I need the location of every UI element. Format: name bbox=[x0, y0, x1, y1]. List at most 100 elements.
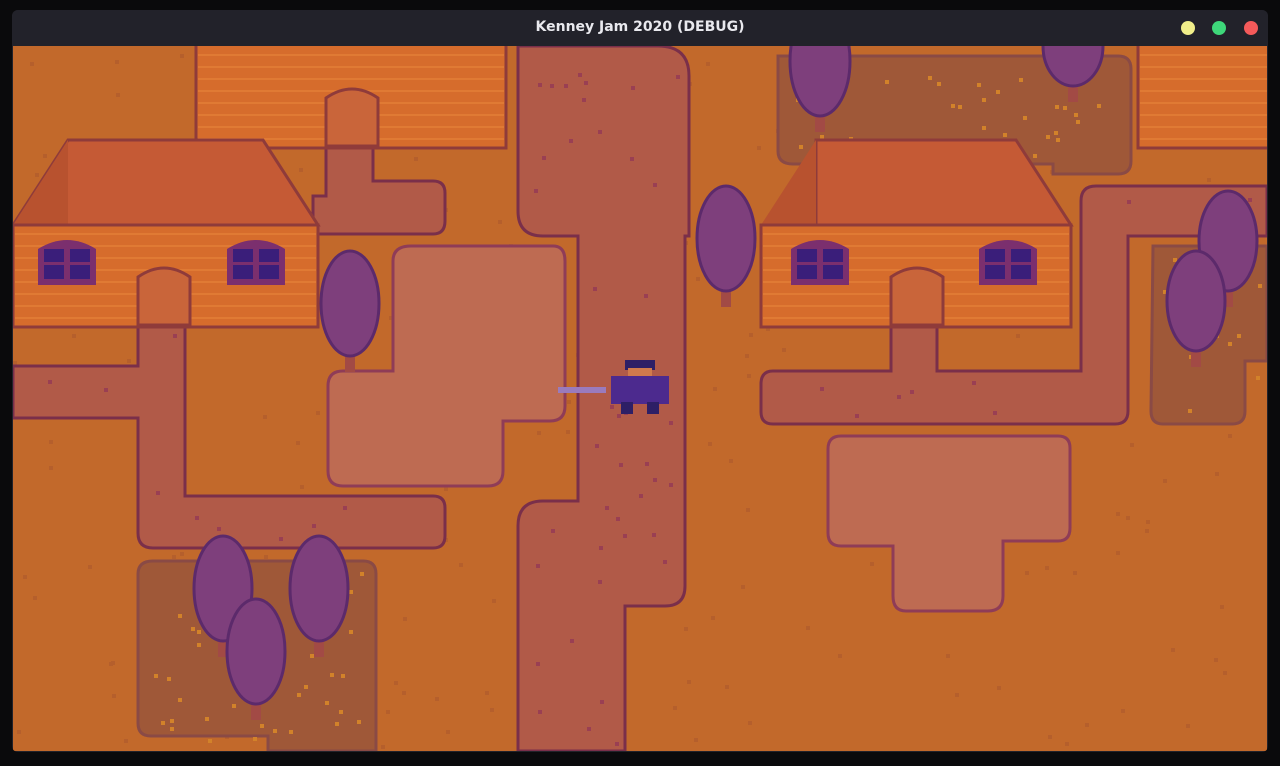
ground-speck bbox=[264, 555, 268, 559]
ground-speck bbox=[946, 654, 950, 658]
house-siding bbox=[1140, 126, 1267, 128]
house-siding bbox=[1140, 138, 1267, 140]
path-speck bbox=[578, 73, 582, 77]
house-siding bbox=[1140, 78, 1267, 80]
ground-speck bbox=[1207, 178, 1211, 182]
bush-flower bbox=[977, 83, 981, 87]
ground-speck bbox=[386, 710, 390, 714]
bush-flower bbox=[178, 698, 182, 702]
ground-speck bbox=[694, 738, 698, 742]
path-speck bbox=[582, 98, 586, 102]
path-speck bbox=[312, 524, 316, 528]
path-speck bbox=[279, 537, 283, 541]
player-body bbox=[611, 376, 669, 404]
ground-speck bbox=[402, 691, 406, 695]
house-top-right bbox=[1136, 46, 1267, 150]
bush-flower bbox=[197, 630, 201, 634]
bush-flower bbox=[937, 82, 941, 86]
ground-speck bbox=[49, 466, 53, 470]
path-speck bbox=[669, 483, 673, 487]
path-speck bbox=[631, 86, 635, 90]
ground-speck bbox=[1048, 735, 1052, 739]
maximize-button[interactable] bbox=[1212, 21, 1226, 35]
path-speck bbox=[1127, 200, 1131, 204]
house-door bbox=[324, 87, 380, 148]
ground-speck bbox=[394, 681, 398, 685]
ground-speck bbox=[1186, 724, 1190, 728]
ground-speck bbox=[414, 157, 418, 161]
path-speck bbox=[623, 534, 627, 538]
ground-speck bbox=[748, 721, 752, 725]
bush-flower bbox=[982, 98, 986, 102]
ground-speck bbox=[127, 359, 131, 363]
path-speck bbox=[653, 478, 657, 482]
path-speck bbox=[542, 156, 546, 160]
ground-speck bbox=[49, 440, 53, 444]
bush-flower bbox=[1097, 104, 1101, 108]
path-speck bbox=[820, 387, 824, 391]
close-button[interactable] bbox=[1244, 21, 1258, 35]
ground-speck bbox=[745, 354, 749, 358]
ground-speck bbox=[485, 691, 489, 695]
house-siding bbox=[1140, 102, 1267, 104]
bush-flower bbox=[1063, 106, 1067, 110]
window-bar bbox=[233, 262, 279, 265]
house-top-left bbox=[194, 46, 508, 150]
window-bar bbox=[44, 262, 90, 265]
ground-speck bbox=[403, 617, 407, 621]
ground-speck bbox=[806, 626, 810, 630]
path-speck bbox=[617, 414, 621, 418]
ground-speck bbox=[782, 348, 786, 352]
title-bar[interactable]: Kenney Jam 2020 (DEBUG) bbox=[12, 10, 1268, 45]
bush-flower bbox=[304, 685, 308, 689]
ground-speck bbox=[1146, 520, 1150, 524]
bush-flower bbox=[297, 693, 301, 697]
path-speck bbox=[343, 506, 347, 510]
ground-speck bbox=[446, 730, 450, 734]
game-viewport[interactable] bbox=[13, 46, 1267, 751]
bush-flower bbox=[1076, 120, 1080, 124]
path-speck bbox=[534, 189, 538, 193]
house-window bbox=[38, 240, 96, 285]
ground-speck bbox=[708, 442, 712, 446]
ground-speck bbox=[725, 685, 729, 689]
ground-speck bbox=[435, 697, 439, 701]
ground-speck bbox=[1163, 479, 1167, 483]
path-speck bbox=[855, 414, 859, 418]
bush-flower bbox=[154, 674, 158, 678]
bush-flower bbox=[951, 104, 955, 108]
path-speck bbox=[48, 380, 52, 384]
minimize-button[interactable] bbox=[1181, 21, 1195, 35]
ground-speck bbox=[381, 745, 385, 749]
bush-flower bbox=[335, 722, 339, 726]
path-speck bbox=[598, 580, 602, 584]
path-speck bbox=[570, 639, 574, 643]
ground-speck bbox=[566, 430, 570, 434]
window-bar bbox=[985, 262, 1031, 265]
bush-flower bbox=[170, 719, 174, 723]
ground-speck bbox=[1085, 723, 1089, 727]
ground-speck bbox=[997, 686, 1001, 690]
tree-canopy bbox=[695, 184, 757, 293]
bush-flower bbox=[885, 80, 889, 84]
tree-canopy bbox=[225, 597, 287, 706]
ground-speck bbox=[72, 334, 76, 338]
ground-speck bbox=[729, 459, 733, 463]
ground-speck bbox=[13, 361, 17, 365]
ground-speck bbox=[263, 415, 267, 419]
bush-flower bbox=[253, 737, 257, 741]
path-speck bbox=[584, 81, 588, 85]
game-scene bbox=[13, 46, 1267, 751]
path-speck bbox=[676, 75, 680, 79]
bush-flower bbox=[325, 701, 329, 705]
ground-speck bbox=[300, 485, 304, 489]
ground-speck bbox=[30, 62, 34, 66]
bush-flower bbox=[1256, 376, 1260, 380]
bush-flower bbox=[820, 135, 824, 139]
tree-canopy bbox=[288, 534, 350, 643]
ground-speck bbox=[757, 146, 761, 150]
ground-speck bbox=[1016, 334, 1020, 338]
ground-speck bbox=[706, 62, 710, 66]
bush-flower bbox=[273, 729, 277, 733]
ground-speck bbox=[747, 374, 751, 378]
